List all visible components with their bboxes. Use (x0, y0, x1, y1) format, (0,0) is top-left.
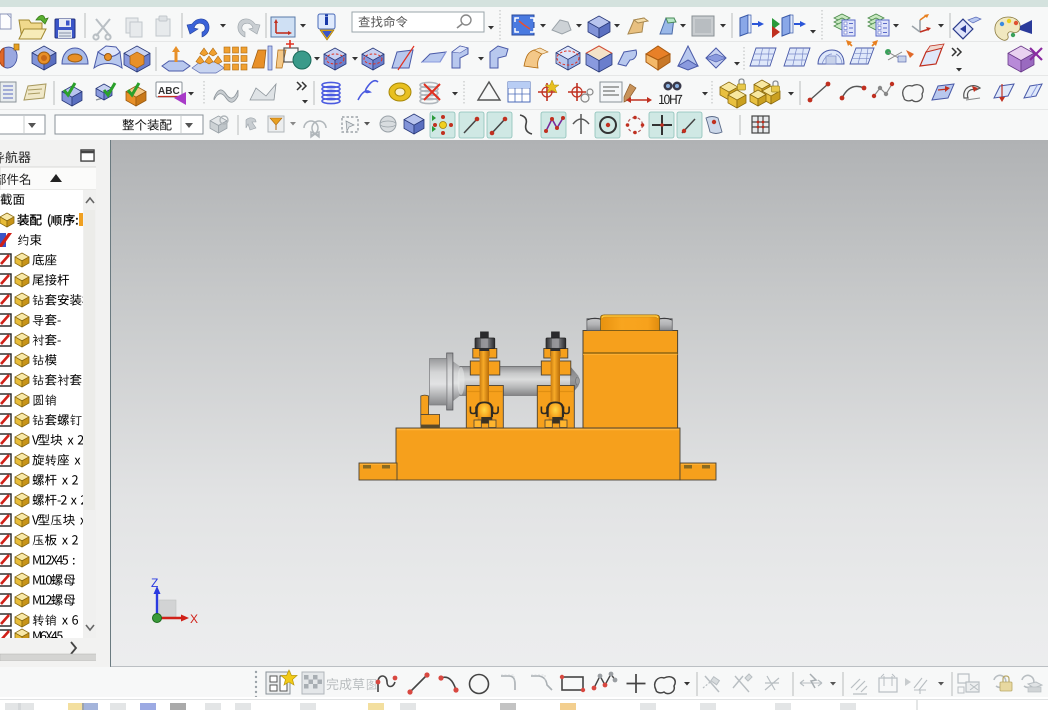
svg-text:ABC: ABC (158, 86, 180, 97)
svg-text:Z: Z (151, 576, 158, 590)
svg-text:X: X (190, 612, 198, 626)
